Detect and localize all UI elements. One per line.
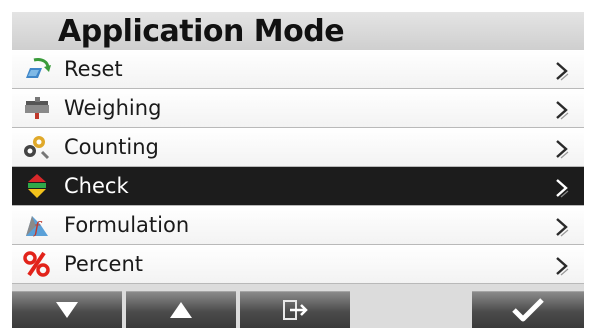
- menu-item-check[interactable]: Check: [12, 167, 584, 206]
- chevron-right-icon: [554, 177, 570, 199]
- up-arrow-icon: [170, 302, 192, 318]
- check-weighing-icon: [22, 173, 50, 199]
- weighing-icon: [22, 95, 50, 121]
- chevron-right-icon: [554, 99, 570, 121]
- page-title: Application Mode: [58, 14, 345, 49]
- exit-icon: [283, 300, 308, 320]
- menu-item-label: Counting: [64, 135, 159, 159]
- menu-item-label: Weighing: [64, 96, 162, 120]
- footer-toolbar: [12, 291, 584, 328]
- application-mode-list: Reset Weighing Counting Check f Formulat…: [12, 50, 584, 284]
- chevron-right-icon: [554, 216, 570, 238]
- percent-icon: [22, 251, 50, 277]
- checkmark-icon: [512, 298, 544, 322]
- menu-item-percent[interactable]: Percent: [12, 245, 584, 284]
- chevron-right-icon: [554, 138, 570, 160]
- menu-item-label: Check: [64, 174, 129, 198]
- menu-item-weighing[interactable]: Weighing: [12, 89, 584, 128]
- menu-item-label: Formulation: [64, 213, 190, 237]
- reset-icon: [22, 56, 51, 82]
- menu-item-reset[interactable]: Reset: [12, 50, 584, 89]
- menu-item-counting[interactable]: Counting: [12, 128, 584, 167]
- counting-icon: [22, 134, 50, 160]
- confirm-button[interactable]: [472, 291, 584, 328]
- formulation-icon: f: [22, 212, 50, 238]
- chevron-right-icon: [554, 60, 570, 82]
- title-bar: Application Mode: [12, 12, 584, 50]
- chevron-right-icon: [554, 255, 570, 277]
- screen: Application Mode Reset Weighing Counting…: [12, 12, 584, 328]
- menu-item-label: Percent: [64, 252, 144, 276]
- down-arrow-icon: [56, 302, 78, 318]
- menu-item-formulation[interactable]: f Formulation: [12, 206, 584, 245]
- scroll-up-button[interactable]: [126, 291, 236, 328]
- menu-item-label: Reset: [64, 57, 123, 81]
- scroll-down-button[interactable]: [12, 291, 122, 328]
- exit-button[interactable]: [240, 291, 350, 328]
